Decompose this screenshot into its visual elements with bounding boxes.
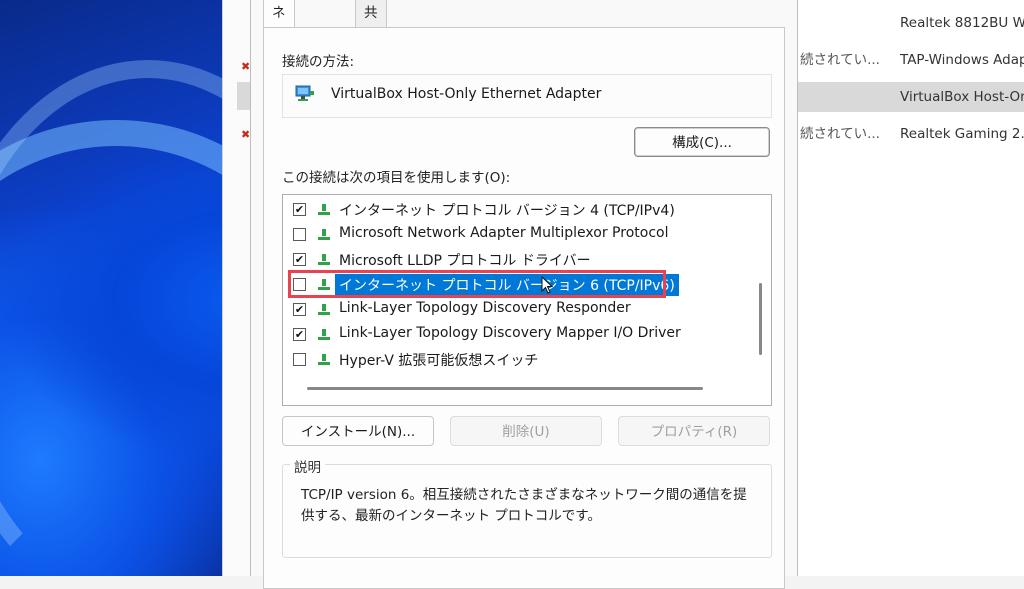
list-item-lltd-mapper[interactable]: ✔ Link-Layer Topology Discovery Mapper I…: [283, 322, 753, 347]
connection-name: VirtualBox Host-Onl: [900, 89, 1024, 105]
list-item-hyperv-switch[interactable]: Hyper-V 拡張可能仮想スイッチ: [283, 347, 753, 372]
adapter-display: VirtualBox Host-Only Ethernet Adapter: [282, 74, 772, 118]
tab-sharing[interactable]: 共有: [355, 0, 387, 47]
vertical-scrollbar[interactable]: [759, 283, 762, 355]
description-group: TCP/IP version 6。相互接続されたさまざまなネットワーク間の通信を…: [282, 464, 772, 558]
list-item-multiplexor[interactable]: Microsoft Network Adapter Multiplexor Pr…: [283, 222, 753, 247]
desktop-wallpaper: [0, 0, 250, 576]
install-button[interactable]: インストール(N)...: [282, 416, 434, 446]
adapter-properties-dialog: ネットワーク 共有 接続の方法: VirtualBox Host-Only Et…: [250, 0, 798, 589]
checkbox[interactable]: ✔: [293, 203, 306, 216]
checkbox[interactable]: ✔: [293, 328, 306, 341]
connection-row-selected[interactable]: VirtualBox Host-Onl: [798, 82, 1024, 112]
connection-row[interactable]: Realtek 8812BU Wirel: [798, 8, 1024, 38]
uninstall-button[interactable]: 削除(U): [450, 416, 602, 446]
network-protocol-icon: [318, 304, 330, 315]
item-label: Link-Layer Topology Discovery Responder: [339, 300, 631, 316]
network-protocol-icon: [318, 354, 330, 365]
list-item-lldp[interactable]: ✔ Microsoft LLDP プロトコル ドライバー: [283, 247, 753, 272]
checkbox[interactable]: ✔: [293, 253, 306, 266]
error-x-icon: ✖: [241, 128, 251, 141]
item-label: Microsoft LLDP プロトコル ドライバー: [339, 253, 591, 269]
item-label: インターネット プロトコル バージョン 4 (TCP/IPv4): [339, 203, 675, 219]
tab-network[interactable]: ネットワーク: [263, 0, 295, 151]
checkbox[interactable]: ✔: [293, 303, 306, 316]
items-label: この接続は次の項目を使用します(O):: [282, 170, 511, 186]
red-highlight-box: [288, 270, 666, 298]
connection-status: 続されてい...: [800, 126, 880, 142]
properties-button[interactable]: プロパティ(R): [618, 416, 770, 446]
error-x-icon: ✖: [241, 60, 251, 73]
item-label: Link-Layer Topology Discovery Mapper I/O…: [339, 325, 681, 341]
list-item-lltd-responder[interactable]: ✔ Link-Layer Topology Discovery Responde…: [283, 297, 753, 322]
horizontal-scrollbar[interactable]: [307, 387, 703, 390]
network-protocol-icon: [318, 254, 330, 265]
list-item-tcpipv4[interactable]: ✔ インターネット プロトコル バージョン 4 (TCP/IPv4): [283, 197, 753, 222]
adapter-name: VirtualBox Host-Only Ethernet Adapter: [331, 86, 602, 102]
network-protocol-icon: [318, 204, 330, 215]
configure-button[interactable]: 構成(C)...: [634, 127, 770, 157]
connection-row[interactable]: 続されてい... Realtek Gaming 2.5G: [798, 119, 1024, 149]
background-window-edge: ✖ ✖: [222, 0, 251, 576]
connection-name: TAP-Windows Adapte: [900, 52, 1024, 68]
checkbox[interactable]: [293, 228, 306, 241]
selection-edge: [237, 82, 251, 110]
connection-name: Realtek 8812BU Wirel: [900, 15, 1024, 31]
item-label: Hyper-V 拡張可能仮想スイッチ: [339, 353, 539, 369]
connect-using-label: 接続の方法:: [282, 54, 355, 70]
network-adapter-icon: [295, 85, 314, 101]
item-label: Microsoft Network Adapter Multiplexor Pr…: [339, 225, 669, 241]
connection-status: 続されてい...: [800, 52, 880, 68]
description-text: TCP/IP version 6。相互接続されたさまざまなネットワーク間の通信を…: [301, 487, 747, 524]
checkbox[interactable]: [293, 353, 306, 366]
network-protocol-icon: [318, 329, 330, 340]
network-protocol-icon: [318, 229, 330, 240]
mouse-cursor-icon: [541, 276, 553, 294]
network-tab-page: 接続の方法: VirtualBox Host-Only Ethernet Ada…: [263, 27, 785, 589]
connection-name: Realtek Gaming 2.5G: [900, 126, 1024, 142]
network-items-list[interactable]: ✔ インターネット プロトコル バージョン 4 (TCP/IPv4) Micro…: [282, 194, 772, 406]
network-connections-window: Realtek 8812BU Wirel 続されてい... TAP-Window…: [797, 0, 1024, 576]
description-legend: 説明: [290, 456, 325, 476]
connection-row[interactable]: 続されてい... TAP-Windows Adapte: [798, 45, 1024, 75]
